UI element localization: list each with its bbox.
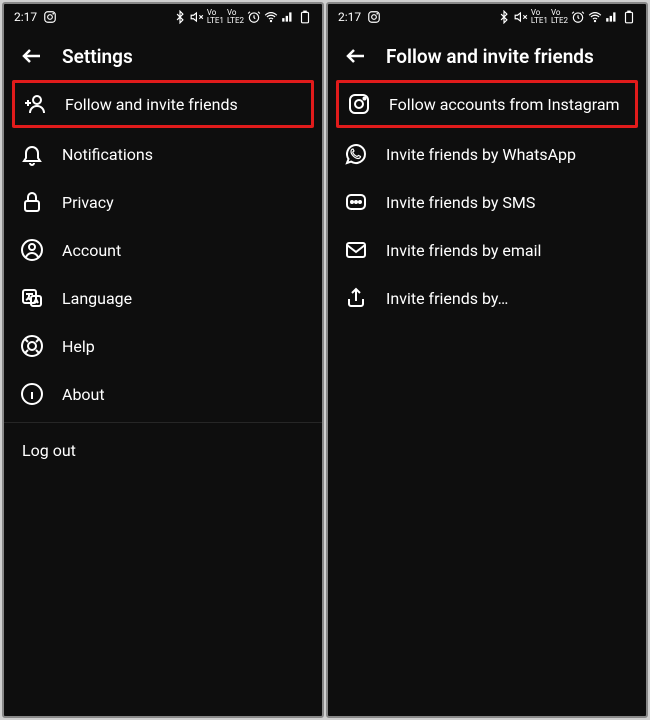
status-bar: 2:17 VoLTE1 VoLTE2: [4, 4, 322, 30]
status-time: 2:17: [14, 10, 37, 24]
user-circle-icon: [20, 238, 44, 262]
language-icon: [20, 286, 44, 310]
whatsapp-icon: [344, 142, 368, 166]
invite-item-share[interactable]: Invite friends by…: [328, 274, 646, 322]
logout-button[interactable]: Log out: [4, 427, 322, 474]
instagram-icon: [347, 92, 371, 116]
item-label: About: [62, 385, 105, 404]
lte2-icon: VoLTE2: [227, 9, 244, 25]
bell-icon: [20, 142, 44, 166]
item-label: Privacy: [62, 193, 114, 212]
status-bar: 2:17 VoLTE1 VoLTE2: [328, 4, 646, 30]
divider: [4, 422, 322, 423]
invite-item-whatsapp[interactable]: Invite friends by WhatsApp: [328, 130, 646, 178]
header: Follow and invite friends: [328, 30, 646, 78]
settings-list: Follow and invite friends Notifications …: [4, 78, 322, 474]
wifi-icon: [588, 10, 602, 24]
phone-right: 2:17 VoLTE1 VoLTE2 Follow and invite fri…: [326, 2, 648, 718]
item-label: Notifications: [62, 145, 153, 164]
header: Settings: [4, 30, 322, 78]
sms-icon: [344, 190, 368, 214]
settings-item-about[interactable]: About: [4, 370, 322, 418]
settings-item-account[interactable]: Account: [4, 226, 322, 274]
item-label: Invite friends by email: [386, 241, 541, 260]
item-label: Account: [62, 241, 121, 260]
wifi-icon: [264, 10, 278, 24]
bluetooth-icon: [173, 10, 187, 24]
add-user-icon: [23, 92, 47, 116]
invite-list: Follow accounts from Instagram Invite fr…: [328, 78, 646, 322]
lock-icon: [20, 190, 44, 214]
item-label: Follow and invite friends: [65, 95, 238, 114]
item-label: Help: [62, 337, 95, 356]
page-title: Follow and invite friends: [386, 45, 594, 68]
signal-icon: [605, 10, 619, 24]
settings-item-help[interactable]: Help: [4, 322, 322, 370]
email-icon: [344, 238, 368, 262]
settings-item-language[interactable]: Language: [4, 274, 322, 322]
alarm-icon: [247, 10, 261, 24]
invite-item-instagram[interactable]: Follow accounts from Instagram: [336, 80, 638, 128]
item-label: Follow accounts from Instagram: [389, 95, 620, 114]
signal-icon: [281, 10, 295, 24]
settings-item-follow-invite[interactable]: Follow and invite friends: [12, 80, 314, 128]
help-icon: [20, 334, 44, 358]
logout-label: Log out: [22, 441, 76, 460]
back-icon[interactable]: [344, 44, 368, 68]
phone-left: 2:17 VoLTE1 VoLTE2 Settings Follow and: [2, 2, 324, 718]
mute-icon: [190, 10, 204, 24]
back-icon[interactable]: [20, 44, 44, 68]
item-label: Invite friends by SMS: [386, 193, 535, 212]
page-title: Settings: [62, 45, 133, 68]
invite-item-sms[interactable]: Invite friends by SMS: [328, 178, 646, 226]
item-label: Language: [62, 289, 132, 308]
share-icon: [344, 286, 368, 310]
lte1-icon: VoLTE1: [207, 9, 224, 25]
invite-item-email[interactable]: Invite friends by email: [328, 226, 646, 274]
settings-item-notifications[interactable]: Notifications: [4, 130, 322, 178]
settings-item-privacy[interactable]: Privacy: [4, 178, 322, 226]
bluetooth-icon: [497, 10, 511, 24]
lte1-icon: VoLTE1: [531, 9, 548, 25]
info-icon: [20, 382, 44, 406]
item-label: Invite friends by…: [386, 289, 508, 308]
battery-icon: [622, 10, 636, 24]
lte2-icon: VoLTE2: [551, 9, 568, 25]
instagram-status-icon: [43, 10, 57, 24]
battery-icon: [298, 10, 312, 24]
mute-icon: [514, 10, 528, 24]
status-time: 2:17: [338, 10, 361, 24]
item-label: Invite friends by WhatsApp: [386, 145, 576, 164]
alarm-icon: [571, 10, 585, 24]
instagram-status-icon: [367, 10, 381, 24]
